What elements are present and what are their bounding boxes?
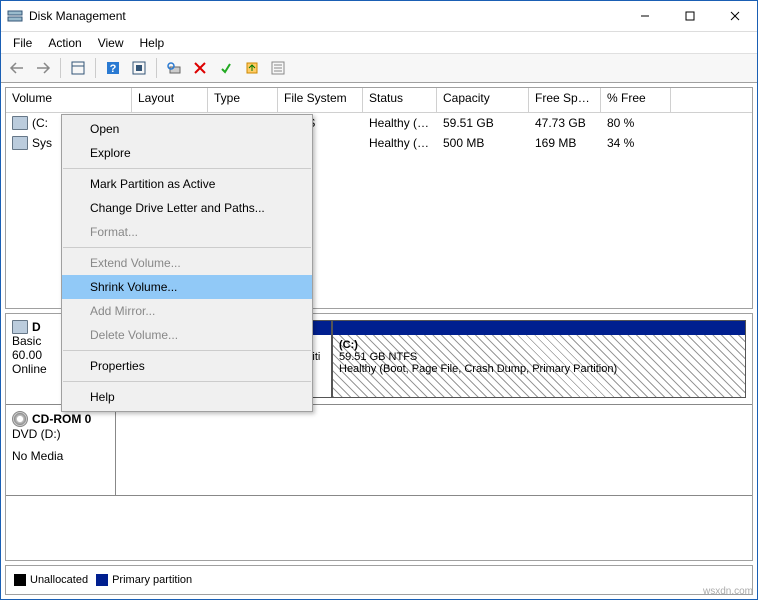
menubar: File Action View Help [1,32,757,53]
menu-file[interactable]: File [5,34,40,52]
separator [60,58,61,78]
swatch-primary [96,574,108,586]
legend: Unallocated Primary partition [5,565,753,595]
list-header: Volume Layout Type File System Status Ca… [6,88,752,113]
menu-help[interactable]: Help [132,34,173,52]
cdrom-type: DVD (D:) [12,427,109,441]
disk-name: D [32,320,41,334]
menu-item-explore[interactable]: Explore [62,141,312,165]
col-freespace[interactable]: Free Spa... [529,88,601,112]
drive-icon [12,136,28,150]
menu-item-help[interactable]: Help [62,385,312,409]
separator [156,58,157,78]
col-pctfree[interactable]: % Free [601,88,671,112]
menu-separator [63,247,311,248]
partition-desc: Healthy (Boot, Page File, Crash Dump, Pr… [339,363,739,375]
menu-separator [63,350,311,351]
window-buttons [622,2,757,31]
refresh-button[interactable] [162,56,186,80]
menu-item-shrink-volume[interactable]: Shrink Volume... [62,275,312,299]
col-layout[interactable]: Layout [132,88,208,112]
menu-item-change-drive-letter-and-paths[interactable]: Change Drive Letter and Paths... [62,196,312,220]
separator [95,58,96,78]
cdrom-partitions [116,405,752,495]
help-button[interactable]: ? [101,56,125,80]
menu-item-extend-volume: Extend Volume... [62,251,312,275]
drive-icon [12,116,28,130]
forward-button[interactable] [31,56,55,80]
legend-item: Unallocated [14,574,88,586]
back-button[interactable] [5,56,29,80]
minimize-button[interactable] [622,2,667,31]
col-volume[interactable]: Volume [6,88,132,112]
menu-item-mark-partition-as-active[interactable]: Mark Partition as Active [62,172,312,196]
menu-view[interactable]: View [90,34,132,52]
toolbar: ? [1,53,757,83]
cdrom-info: CD-ROM 0 DVD (D:) No Media [6,405,116,495]
cdrom-status: No Media [12,449,109,463]
vol-name: Sys [32,136,52,150]
settings-button[interactable] [127,56,151,80]
app-icon [7,8,23,24]
menu-separator [63,168,311,169]
col-status[interactable]: Status [363,88,437,112]
cdrom-row[interactable]: CD-ROM 0 DVD (D:) No Media [6,405,752,496]
action-button[interactable] [240,56,264,80]
window-title: Disk Management [29,9,622,23]
menu-item-add-mirror: Add Mirror... [62,299,312,323]
menu-item-open[interactable]: Open [62,117,312,141]
cdrom-name: CD-ROM 0 [32,412,91,426]
disk-icon [12,320,28,334]
col-type[interactable]: Type [208,88,278,112]
cdrom-icon [12,411,28,427]
titlebar: Disk Management [1,1,757,32]
menu-action[interactable]: Action [40,34,89,52]
menu-item-properties[interactable]: Properties [62,354,312,378]
window: Disk Management File Action View Help ? … [0,0,758,600]
context-menu: OpenExplore Mark Partition as ActiveChang… [61,114,313,412]
vol-name: (C: [32,116,48,130]
partition-size: 59.51 GB NTFS [339,351,739,363]
swatch-unallocated [14,574,26,586]
partition-body: (C:)59.51 GB NTFSHealthy (Boot, Page Fil… [333,335,745,379]
partition-header [333,321,745,335]
menu-separator [63,381,311,382]
legend-item: Primary partition [96,574,192,586]
delete-button[interactable] [188,56,212,80]
menu-item-format: Format... [62,220,312,244]
col-filesystem[interactable]: File System [278,88,363,112]
show-hide-button[interactable] [66,56,90,80]
partition[interactable]: (C:)59.51 GB NTFSHealthy (Boot, Page Fil… [332,320,746,398]
menu-item-delete-volume: Delete Volume... [62,323,312,347]
col-capacity[interactable]: Capacity [437,88,529,112]
list-button[interactable] [266,56,290,80]
partition-title: (C:) [339,339,358,351]
svg-text:?: ? [110,63,117,75]
maximize-button[interactable] [667,2,712,31]
watermark: wsxdn.com [703,586,753,597]
close-button[interactable] [712,2,757,31]
check-button[interactable] [214,56,238,80]
